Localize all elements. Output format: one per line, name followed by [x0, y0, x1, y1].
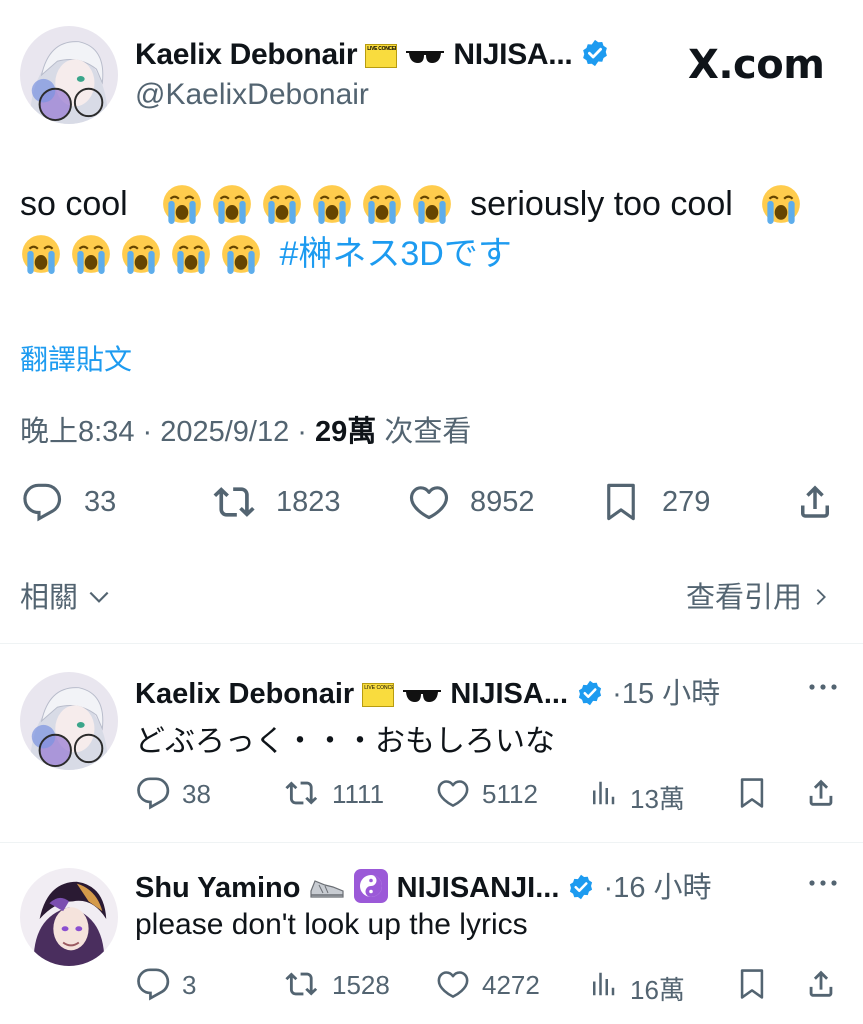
loudly-crying-face-icon [411, 183, 453, 225]
reply-view-count: 16萬 [630, 975, 685, 1005]
like-icon[interactable] [436, 776, 470, 810]
sunglasses-icon [402, 681, 442, 702]
hashtag-link[interactable]: #榊ネス3Dです [279, 235, 511, 273]
repost-icon[interactable] [284, 967, 320, 1001]
bookmark-icon[interactable] [600, 480, 642, 524]
reply-repost-count: 1111 [332, 779, 385, 809]
reply-like-count: 4272 [482, 970, 540, 1000]
more-options-icon[interactable] [806, 872, 840, 894]
post-text-part-2: seriously too cool [470, 185, 733, 223]
author-avatar[interactable] [20, 26, 118, 124]
like-icon[interactable] [436, 967, 470, 1001]
verified-badge-icon [576, 679, 604, 707]
views-icon[interactable] [588, 776, 618, 810]
reply-text: please don't look up the lyrics [135, 908, 528, 941]
share-icon[interactable] [804, 776, 838, 810]
reply-repost-count: 1528 [332, 970, 390, 1000]
author-handle[interactable]: @KaelixDebonair [135, 78, 369, 112]
verified-badge-icon [567, 873, 595, 901]
loudly-crying-face-icon [361, 183, 403, 225]
post-text-line-1: so cool seriously too cool [20, 180, 810, 228]
divider [0, 643, 863, 644]
reply-text: どぶろっく・・・おもしろいな [135, 725, 555, 758]
translate-post-link[interactable]: 翻譯貼文 [20, 338, 132, 378]
repost-count: 1823 [276, 486, 341, 518]
chevron-down-icon [86, 584, 112, 610]
reply-count: 33 [84, 486, 117, 518]
reply-time[interactable]: ·15 小時 [612, 678, 720, 710]
more-options-icon[interactable] [806, 676, 840, 698]
repost-icon[interactable] [284, 776, 320, 810]
reply-icon[interactable] [136, 967, 170, 1001]
loudly-crying-face-icon [120, 233, 162, 275]
reply-name-suffix[interactable]: NIJISANJI... [397, 872, 560, 904]
reply-name-suffix[interactable]: NIJISA... [450, 678, 568, 710]
reply-header: Shu Yamino NIJISANJI... ·16 小時 [135, 864, 712, 906]
loudly-crying-face-icon [70, 233, 112, 275]
concert-ticket-icon: LIVE CONCERT TICKET [362, 683, 395, 707]
loudly-crying-face-icon [311, 183, 353, 225]
repost-icon[interactable] [212, 480, 258, 524]
loudly-crying-face-icon [261, 183, 303, 225]
verified-badge-icon [580, 38, 610, 68]
divider [0, 842, 863, 843]
like-icon[interactable] [408, 481, 450, 523]
site-badge: X.com [688, 42, 825, 88]
view-quotes-label: 查看引用 [686, 582, 803, 614]
view-count: 29萬 [315, 416, 377, 448]
author-name-suffix: NIJISA... [453, 38, 573, 71]
view-quotes-link[interactable]: 查看引用 [686, 574, 832, 616]
reply-reply-count: 38 [182, 779, 211, 809]
related-label: 相關 [20, 582, 79, 614]
post-text-part-1: so cool [20, 185, 128, 223]
loudly-crying-face-icon [170, 233, 212, 275]
post-metadata: 晚上8:34 · 2025/9/12 · 29萬 次查看 [20, 408, 471, 450]
yin-yang-icon [353, 868, 389, 904]
views-icon[interactable] [588, 967, 618, 1001]
share-icon[interactable] [794, 480, 836, 524]
bookmark-icon[interactable] [735, 776, 769, 810]
concert-ticket-icon: LIVE CONCERT TICKET [365, 44, 398, 68]
post-timestamp[interactable]: 晚上8:34 · 2025/9/12 · [20, 416, 307, 448]
loudly-crying-face-icon [20, 233, 62, 275]
share-icon[interactable] [804, 967, 838, 1001]
loudly-crying-face-icon [211, 183, 253, 225]
bookmark-icon[interactable] [735, 967, 769, 1001]
view-count-label: 次查看 [384, 416, 472, 448]
author-name-line[interactable]: Kaelix Debonair LIVE CONCERT TICKET NIJI… [135, 38, 610, 72]
chevron-right-icon [810, 584, 832, 610]
sunglasses-icon [405, 41, 445, 63]
reply-reply-count: 3 [182, 970, 197, 1000]
reply-like-count: 5112 [482, 779, 538, 809]
reply-header: Kaelix Debonair LIVE CONCERT TICKET NIJI… [135, 670, 720, 712]
reply-avatar[interactable] [20, 672, 118, 770]
loudly-crying-face-icon [161, 183, 203, 225]
reply-view-count: 13萬 [630, 784, 685, 814]
reply-icon[interactable] [136, 776, 170, 810]
bookmark-count: 279 [662, 486, 711, 518]
reply-icon[interactable] [22, 482, 62, 522]
author-display-name: Kaelix Debonair [135, 38, 358, 71]
loudly-crying-face-icon [760, 183, 802, 225]
reply-display-name[interactable]: Kaelix Debonair [135, 678, 354, 710]
reply-avatar[interactable] [20, 868, 118, 966]
loudly-crying-face-icon [220, 233, 262, 275]
reply-display-name[interactable]: Shu Yamino [135, 872, 300, 904]
like-count: 8952 [470, 486, 535, 518]
related-dropdown[interactable]: 相關 [20, 574, 112, 616]
reply-time[interactable]: ·16 小時 [604, 872, 712, 904]
post-text-line-2: #榊ネス3Dです [20, 230, 512, 278]
sneaker-icon [309, 873, 345, 901]
